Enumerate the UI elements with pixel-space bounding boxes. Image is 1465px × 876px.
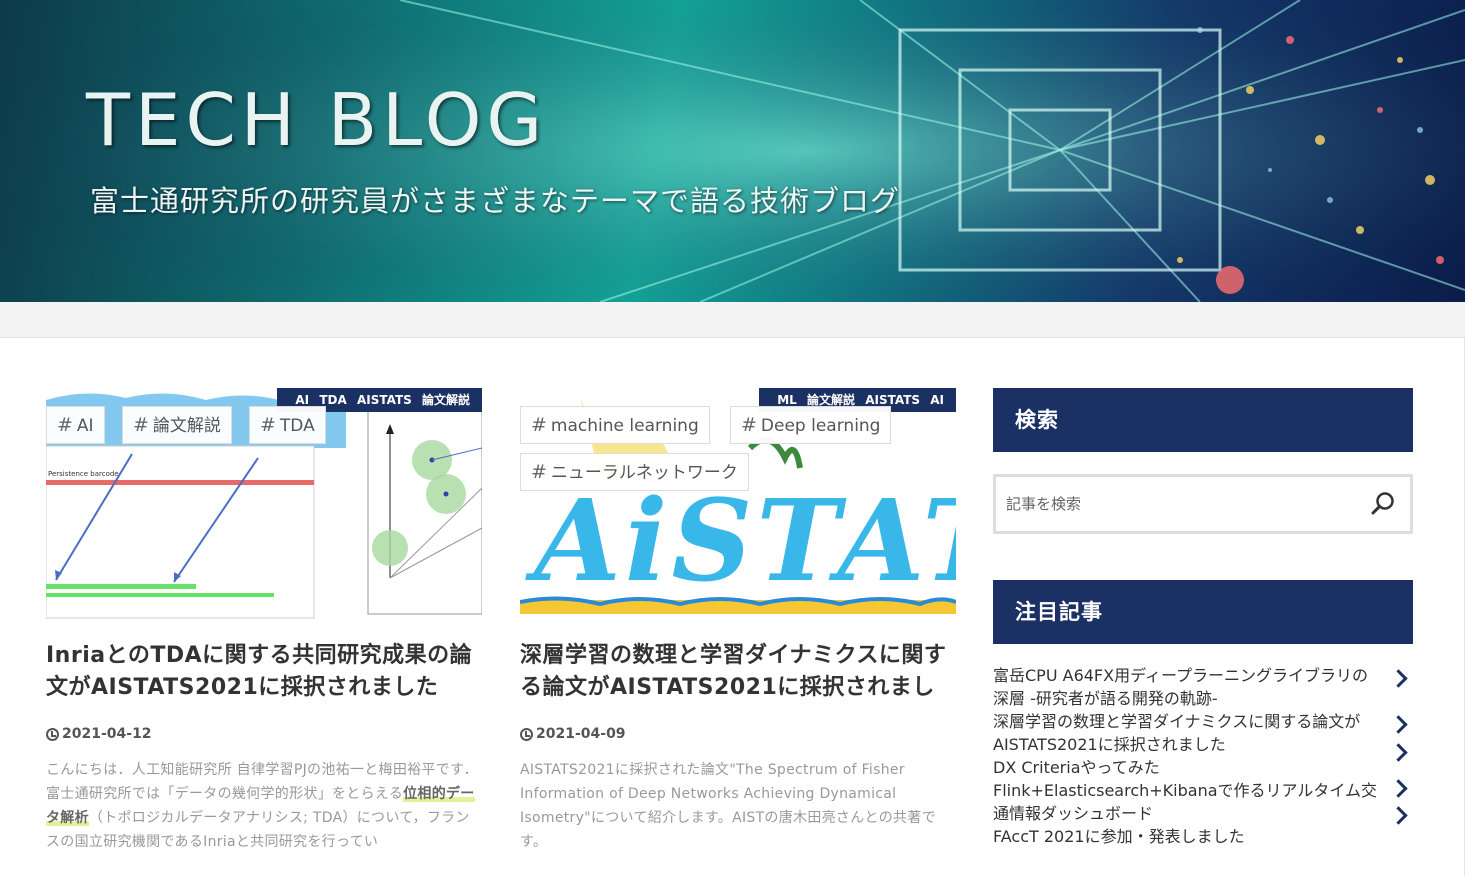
article-date: 2021-04-09 xyxy=(520,726,956,742)
article-date: 2021-04-12 xyxy=(46,726,482,742)
category-label: AI xyxy=(295,393,310,407)
tag-ai[interactable]: # AI xyxy=(46,406,105,444)
category-label: AISTATS xyxy=(865,393,921,407)
popular-post-link[interactable]: DX Criteriaやってみた xyxy=(993,743,1413,779)
search-icon[interactable] xyxy=(1370,491,1396,517)
article-excerpt: こんにちは．人工知能研究所 自律学習PJの池祐一と梅田裕平です．富士通研究所では… xyxy=(46,758,482,854)
hash-icon: # xyxy=(260,414,276,436)
clock-icon xyxy=(46,727,59,741)
tag-neural-network[interactable]: # ニューラルネットワーク xyxy=(520,453,749,491)
popular-post-link[interactable]: 深層学習の数理と学習ダイナミクスに関する論文がAISTATS2021に採択されま… xyxy=(993,710,1413,756)
category-label: ML xyxy=(777,393,797,407)
tag-label: Deep learning xyxy=(760,416,881,436)
hash-icon: # xyxy=(133,414,149,436)
blog-subtitle: 富士通研究所の研究員がさまざまなテーマで語る技術ブログ xyxy=(90,184,901,218)
thumb-logo-text: AiSTATS xyxy=(525,476,956,607)
popular-post-title: DX Criteriaやってみた xyxy=(993,758,1160,777)
popular-post-title: 富岳CPU A64FX用ディープラーニングライブラリの深層 -研究者が語る開発の… xyxy=(993,666,1369,708)
thumb-caption: Persistence barcode xyxy=(48,470,119,478)
chevron-right-icon xyxy=(1389,715,1408,734)
category-label: 論文解説 xyxy=(421,393,470,407)
article-title[interactable]: InriaとのTDAに関する共同研究成果の論文がAISTATS2021に採択され… xyxy=(46,640,482,704)
date-text: 2021-04-09 xyxy=(536,726,626,742)
clock-icon xyxy=(520,727,533,741)
popular-post-title: 深層学習の数理と学習ダイナミクスに関する論文がAISTATS2021に採択されま… xyxy=(993,712,1361,754)
hash-icon: # xyxy=(531,414,547,436)
search-widget-heading: 検索 xyxy=(993,388,1413,452)
tag-ronbun-kaisetsu[interactable]: # 論文解説 xyxy=(122,406,232,444)
hash-icon: # xyxy=(531,461,547,483)
popular-posts-list: 富岳CPU A64FX用ディープラーニングライブラリの深層 -研究者が語る開発の… xyxy=(993,664,1413,848)
hash-icon: # xyxy=(741,414,757,436)
category-label: 論文解説 xyxy=(807,393,856,407)
tag-label: TDA xyxy=(279,416,315,436)
header-divider-band xyxy=(0,302,1465,338)
article-title[interactable]: 深層学習の数理と学習ダイナミクスに関する論文がAISTATS2021に採択されま… xyxy=(520,640,956,704)
popular-post-title: FAccT 2021に参加・発表しました xyxy=(993,827,1245,846)
tag-tda[interactable]: # TDA xyxy=(249,406,326,444)
category-label: AISTATS xyxy=(356,393,412,407)
article-excerpt: AISTATS2021に採択された論文"The Spectrum of Fish… xyxy=(520,762,936,850)
article-card[interactable]: Persistence barcode AI TDA AISTATS 論文解説 xyxy=(46,388,482,854)
popular-post-link[interactable]: FAccT 2021に参加・発表しました xyxy=(993,806,1413,848)
article-thumbnail[interactable]: Persistence barcode AI TDA AISTATS 論文解説 xyxy=(46,388,482,630)
excerpt-text: （トポロジカルデータアナリシス; TDA）について，フランスの国立研究機関である… xyxy=(46,810,470,850)
header-banner[interactable]: TECH BLOG 富士通研究所の研究員がさまざまなテーマで語る技術ブログ xyxy=(0,0,1465,302)
chevron-right-icon xyxy=(1389,779,1408,798)
search-input[interactable] xyxy=(1006,489,1346,519)
search-form xyxy=(993,474,1413,534)
tag-label: AI xyxy=(76,416,94,436)
hash-icon: # xyxy=(57,414,73,436)
tag-label: ニューラルネットワーク xyxy=(550,463,738,483)
chevron-right-icon xyxy=(1389,669,1408,688)
popular-posts-heading: 注目記事 xyxy=(993,580,1413,644)
popular-post-title: Flink+Elasticsearch+Kibanaで作るリアルタイム交通情報ダ… xyxy=(993,781,1378,823)
article-thumbnail[interactable]: AiSTATS ML 論文解説 AISTATS AI #machine lear… xyxy=(520,388,956,630)
tag-deep-learning[interactable]: # Deep learning xyxy=(730,406,892,444)
tag-machine-learning[interactable]: # machine learning xyxy=(520,406,710,444)
popular-post-link[interactable]: Flink+Elasticsearch+Kibanaで作るリアルタイム交通情報ダ… xyxy=(993,779,1413,825)
category-label: AI xyxy=(930,393,944,407)
tag-label: 論文解説 xyxy=(152,416,221,436)
category-label: TDA xyxy=(319,393,347,407)
blog-title: TECH BLOG xyxy=(86,78,548,162)
article-card[interactable]: AiSTATS ML 論文解説 AISTATS AI #machine lear… xyxy=(520,388,956,854)
popular-post-link[interactable]: 富岳CPU A64FX用ディープラーニングライブラリの深層 -研究者が語る開発の… xyxy=(993,664,1413,710)
date-text: 2021-04-12 xyxy=(62,726,152,742)
tag-label: machine learning xyxy=(550,416,699,436)
